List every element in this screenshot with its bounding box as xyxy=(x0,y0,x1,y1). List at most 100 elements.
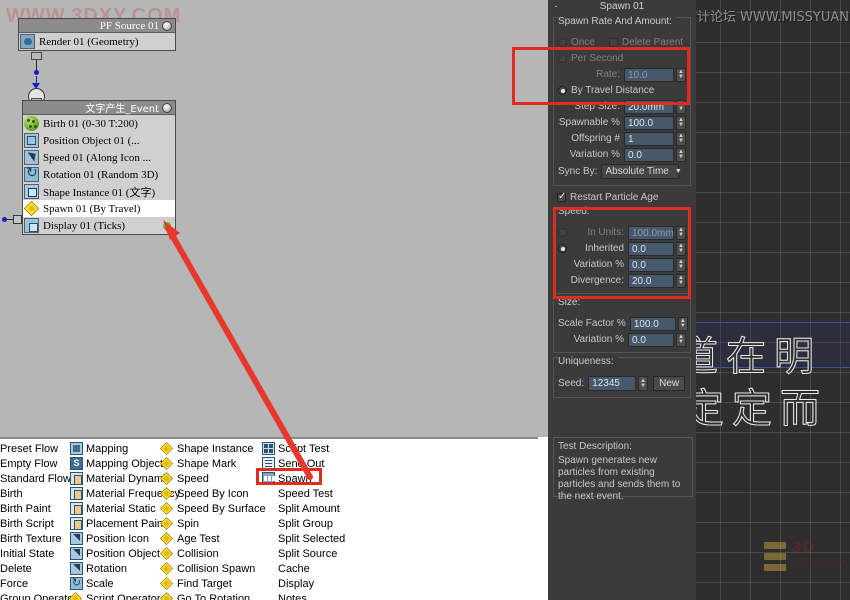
variation-field[interactable]: 0.0 xyxy=(624,147,674,162)
depot-item[interactable]: Split Amount xyxy=(262,501,362,516)
lightbulb-icon[interactable] xyxy=(162,20,172,31)
row-offspring[interactable]: Offspring # 1 ▲ ▼ xyxy=(558,131,686,146)
step-size-field[interactable]: 20.0mm xyxy=(624,99,674,114)
checkbox-restart-particle-age[interactable] xyxy=(557,191,566,203)
depot-item-label: Birth Texture xyxy=(0,532,62,545)
depot-item[interactable]: Split Group xyxy=(262,516,362,531)
depot-item[interactable]: Collision Spawn xyxy=(159,561,261,576)
scale-factor-field[interactable]: 100.0 xyxy=(629,316,676,331)
depot-panel[interactable]: Preset Flow Empty Flow Standard Flow Bir… xyxy=(0,437,548,600)
rate-spinner[interactable]: ▲ ▼ xyxy=(676,67,686,82)
source-output-plug[interactable] xyxy=(31,52,42,60)
row-spawnable[interactable]: Spawnable % 100.0 ▲ ▼ xyxy=(558,115,686,130)
depot-item[interactable]: Speed xyxy=(159,471,261,486)
row-variation[interactable]: Variation % 0.0 ▲ ▼ xyxy=(558,147,686,162)
radio-in-units[interactable] xyxy=(558,228,567,237)
particle-view-canvas[interactable]: WWW.3DXY.COM PF Source 01 Render 01 (Geo… xyxy=(0,0,548,437)
depot-item[interactable]: Go To Rotation xyxy=(159,591,261,600)
depot-item[interactable]: Age Test xyxy=(159,531,261,546)
row-speed-variation[interactable]: Variation % 0.0 ▲ ▼ xyxy=(558,257,686,272)
in-units-field[interactable]: 100.0mm xyxy=(628,225,674,240)
depot-item-label: Spawn xyxy=(278,472,312,485)
sync-by-dropdown[interactable]: Absolute Time ▼ xyxy=(601,164,682,179)
operator-row-display[interactable]: Display 01 (Ticks) xyxy=(23,217,175,234)
operator-row-position-object[interactable]: Position Object 01 (... xyxy=(23,132,175,149)
new-seed-button[interactable]: New xyxy=(653,376,686,391)
row-restart-particle-age[interactable]: Restart Particle Age xyxy=(557,190,687,205)
row-size-variation[interactable]: Variation % 0.0 ▲ ▼ xyxy=(558,332,686,347)
viewport[interactable]: 道在明 定定而 思缘设计论坛 WWW.MISSYUAN.COM 3D 3DXY.… xyxy=(696,0,850,600)
radio-inherited[interactable] xyxy=(558,244,567,253)
radio-by-travel-distance[interactable] xyxy=(558,86,567,95)
size-variation-field[interactable]: 0.0 xyxy=(628,332,674,347)
rate-field[interactable]: 10.0 xyxy=(624,67,674,82)
operator-row-spawn[interactable]: Spawn 01 (By Travel) xyxy=(23,200,175,217)
step-size-spinner[interactable]: ▲ ▼ xyxy=(676,99,686,114)
operator-row-rotation[interactable]: Rotation 01 (Random 3D) xyxy=(23,165,175,183)
row-scale-factor[interactable]: Scale Factor % 100.0 ▲ ▼ xyxy=(558,316,688,331)
depot-item[interactable]: Split Selected xyxy=(262,531,362,546)
spawnable-field[interactable]: 100.0 xyxy=(624,115,674,130)
display-enabled-indicator[interactable] xyxy=(163,221,171,230)
depot-item[interactable]: Speed By Surface xyxy=(159,501,266,516)
spawnable-spinner[interactable]: ▲ ▼ xyxy=(676,115,686,130)
depot-item[interactable]: Display xyxy=(262,576,362,591)
in-units-spinner[interactable]: ▲ ▼ xyxy=(676,225,686,240)
depot-item-label: Empty Flow xyxy=(0,457,58,470)
speed-variation-field[interactable]: 0.0 xyxy=(628,257,674,272)
rollout-header[interactable]: - Spawn 01 xyxy=(548,0,696,13)
inherited-field[interactable]: 0.0 xyxy=(628,241,674,256)
operator-label: Render 01 (Geometry) xyxy=(39,35,139,48)
depot-item[interactable]: Shape Instance xyxy=(159,441,261,456)
depot-item-spawn[interactable]: Spawn xyxy=(262,471,362,486)
viewport-text-line-1: 道在明 xyxy=(696,334,822,381)
row-by-travel-distance[interactable]: By Travel Distance xyxy=(558,83,686,98)
offspring-field[interactable]: 1 xyxy=(624,131,674,146)
no-icon xyxy=(262,592,275,600)
inherited-spinner[interactable]: ▲ ▼ xyxy=(676,241,686,256)
once-label: Once xyxy=(571,37,595,48)
row-inherited[interactable]: Inherited 0.0 ▲ ▼ xyxy=(558,241,686,256)
row-rate[interactable]: Rate: 10.0 ▲ ▼ xyxy=(558,67,686,82)
node-pf-source[interactable]: PF Source 01 Render 01 (Geometry) xyxy=(18,18,176,51)
checkbox-delete-parent[interactable] xyxy=(608,38,618,47)
row-per-second[interactable]: Per Second xyxy=(558,51,686,66)
depot-item[interactable]: Find Target xyxy=(159,576,261,591)
collapse-icon[interactable]: - xyxy=(552,2,560,11)
seed-spinner[interactable]: ▲ ▼ xyxy=(638,376,649,391)
depot-item[interactable]: Send Out xyxy=(262,456,362,471)
row-divergence[interactable]: Divergence: 20.0 ▲ ▼ xyxy=(558,273,686,288)
operator-row-render[interactable]: Render 01 (Geometry) xyxy=(19,33,175,50)
speed-variation-spinner[interactable]: ▲ ▼ xyxy=(676,257,686,272)
spawn-output-wire xyxy=(6,219,14,220)
operator-row-birth[interactable]: Birth 01 (0-30 T:200) xyxy=(23,115,175,132)
depot-item[interactable]: Spin xyxy=(159,516,261,531)
row-once[interactable]: Once Delete Parent xyxy=(558,35,686,50)
depot-item[interactable]: Speed Test xyxy=(262,486,362,501)
variation-spinner[interactable]: ▲ ▼ xyxy=(676,147,686,162)
lightbulb-icon[interactable] xyxy=(162,102,172,113)
seed-field[interactable]: 12345 xyxy=(588,376,637,391)
row-step-size[interactable]: Step Size: 20.0mm ▲ ▼ xyxy=(558,99,686,114)
depot-item[interactable]: Speed By Icon xyxy=(159,486,261,501)
row-sync-by[interactable]: Sync By: Absolute Time ▼ xyxy=(558,163,686,180)
offspring-spinner[interactable]: ▲ ▼ xyxy=(676,131,686,146)
row-seed[interactable]: Seed: 12345 ▲ ▼ New xyxy=(558,375,686,392)
divergence-spinner[interactable]: ▲ ▼ xyxy=(676,273,686,288)
depot-item[interactable]: Shape Mark xyxy=(159,456,261,471)
operator-row-shape-instance[interactable]: Shape Instance 01 (文字) xyxy=(23,183,175,200)
radio-per-second[interactable] xyxy=(558,54,567,63)
depot-item[interactable]: Split Source xyxy=(262,546,362,561)
radio-once[interactable] xyxy=(558,38,567,47)
spawn-output-port[interactable] xyxy=(13,215,22,224)
depot-item[interactable]: Notes xyxy=(262,591,362,600)
operator-row-speed[interactable]: Speed 01 (Along Icon ... xyxy=(23,149,175,166)
row-in-units[interactable]: In Units: 100.0mm ▲ ▼ xyxy=(558,225,686,240)
node-event[interactable]: 文字产生_Event Birth 01 (0-30 T:200) Positio… xyxy=(22,100,176,235)
scale-factor-spinner[interactable]: ▲ ▼ xyxy=(677,316,688,331)
depot-item[interactable]: Script Test xyxy=(262,441,362,456)
depot-item[interactable]: Cache xyxy=(262,561,362,576)
depot-item[interactable]: Collision xyxy=(159,546,261,561)
size-variation-spinner[interactable]: ▲ ▼ xyxy=(676,332,686,347)
divergence-field[interactable]: 20.0 xyxy=(628,273,674,288)
